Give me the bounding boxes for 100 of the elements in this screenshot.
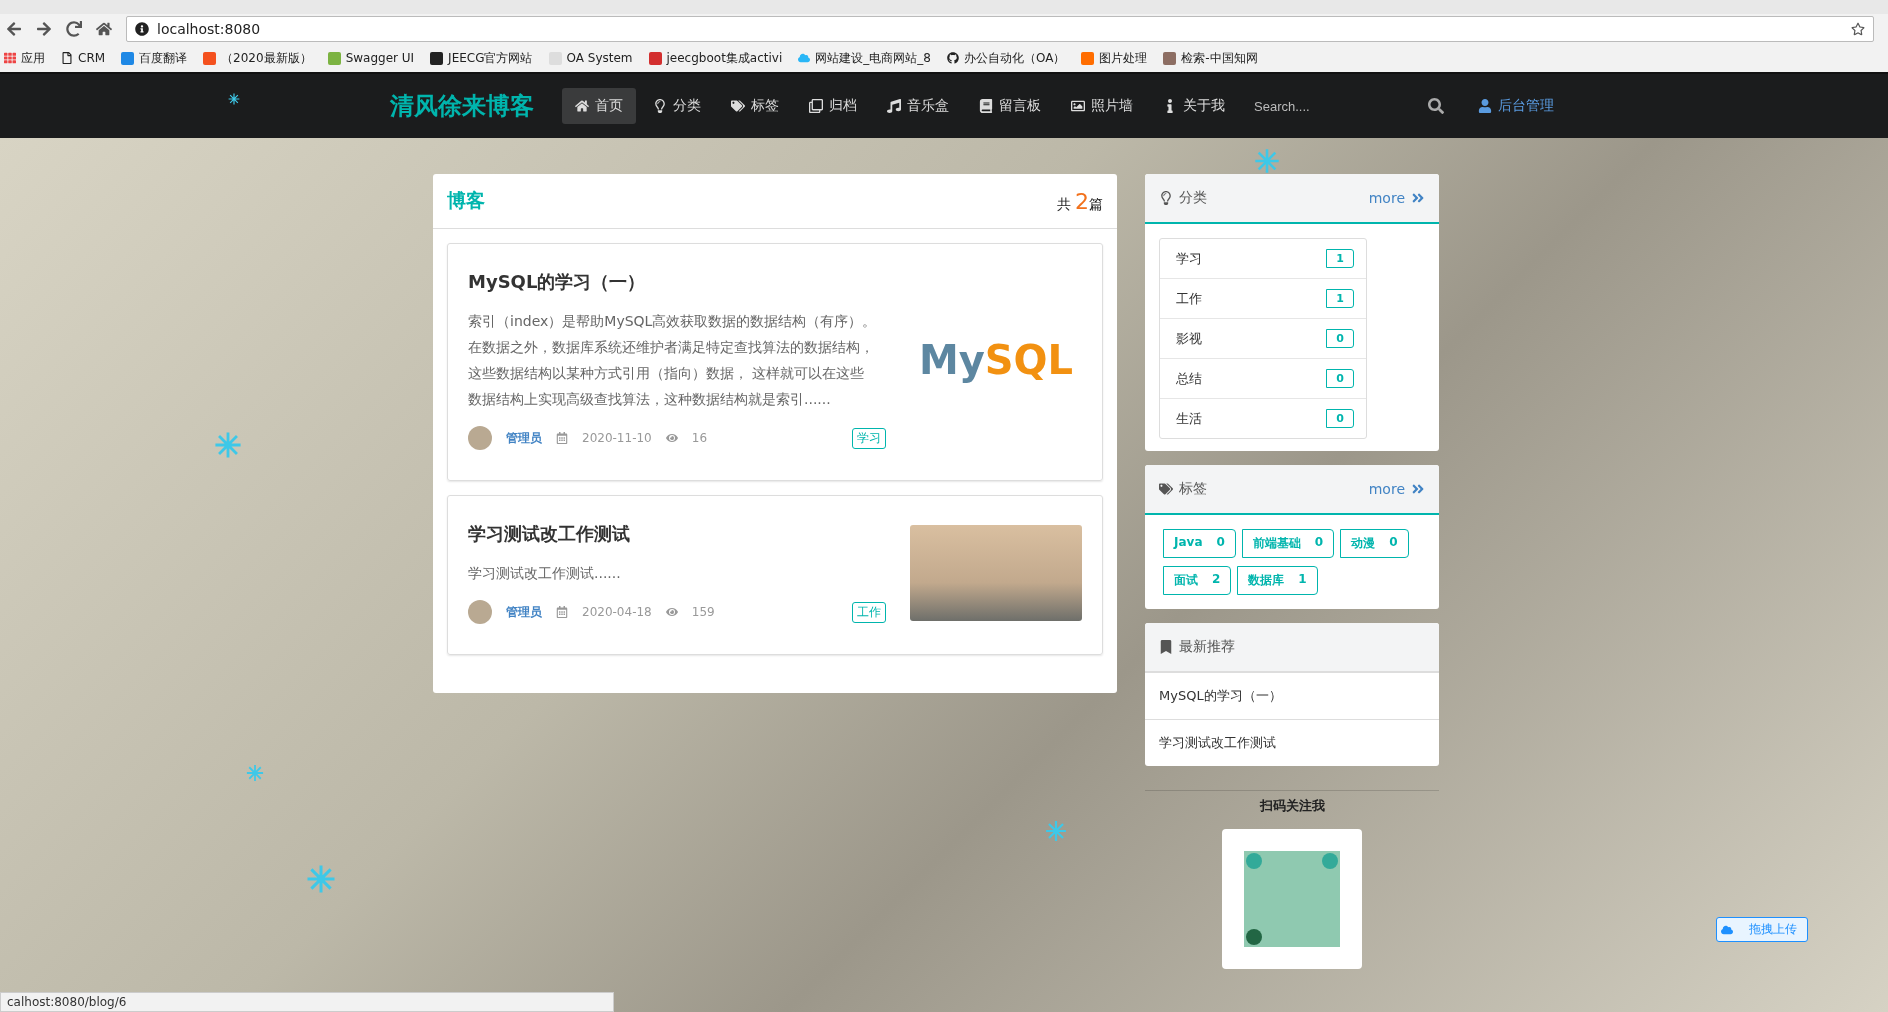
- post-excerpt: 索引（index）是帮助MySQL高效获取数据的数据结构（有序）。在数据之外，数据库系统还维护者满足特定查找算法的数据结构，这些数据结构以某种方式引用（指向）数据， 这样就可以在这些数据结构上实现高级查找算法，这种数据结构就是索引......: [468, 312, 878, 409]
- recommend-link[interactable]: MySQL的学习（一）: [1145, 672, 1439, 719]
- calendar-icon: [556, 606, 568, 618]
- site-icon: [121, 51, 135, 65]
- eye-icon: [665, 606, 678, 618]
- info-icon: [135, 22, 149, 36]
- bookmark[interactable]: OA System: [548, 51, 633, 65]
- view-count: 16: [691, 431, 708, 445]
- user-icon: [1478, 99, 1492, 113]
- count-label: 1: [1326, 289, 1354, 308]
- post-title[interactable]: MySQL的学习（一）: [468, 270, 886, 294]
- bookmark[interactable]: 检索-中国知网: [1163, 49, 1258, 67]
- calendar-icon: [556, 432, 568, 444]
- nav-link[interactable]: 音乐盒: [874, 88, 962, 124]
- avatar: [468, 426, 492, 450]
- site-icon: [1163, 51, 1177, 65]
- cloud-icon: [1721, 923, 1733, 936]
- bookmark[interactable]: CRM: [61, 51, 106, 65]
- panel-title: 标签: [1179, 480, 1207, 498]
- music-note-icon: [887, 99, 901, 113]
- image-icon: [1071, 99, 1085, 113]
- snowflake-icon: [246, 764, 264, 782]
- panel-title: 最新推荐: [1179, 638, 1235, 656]
- bookmark[interactable]: jeecgboot集成activi: [648, 49, 783, 67]
- count-label: 1: [1326, 249, 1354, 268]
- bookmark[interactable]: JEECG官方网站: [430, 49, 533, 67]
- category-item[interactable]: 总结 0: [1160, 358, 1366, 398]
- double-chevron-icon: [1411, 482, 1425, 496]
- qr-title: 扫码关注我: [1145, 790, 1439, 815]
- cloud-icon: [798, 52, 811, 64]
- lightbulb-icon: [653, 99, 667, 113]
- logo-image: MySQL: [917, 337, 1075, 383]
- more-link[interactable]: more: [1368, 481, 1425, 497]
- grid-icon: [4, 52, 16, 64]
- address-bar[interactable]: localhost:8080: [126, 16, 1874, 42]
- snowflake-icon: [306, 864, 336, 894]
- section-title: 博客: [447, 188, 485, 213]
- tags-icon: [731, 99, 745, 113]
- tags-icon: [1159, 482, 1173, 496]
- post-excerpt: 学习测试改工作测试......: [468, 564, 622, 583]
- bookmark[interactable]: 办公自动化（OA）: [946, 49, 1066, 67]
- post-date: 2020-04-18: [582, 605, 652, 619]
- lightbulb-icon: [1159, 191, 1173, 205]
- eye-icon: [665, 432, 678, 444]
- author-link[interactable]: 管理员: [506, 429, 542, 447]
- back-icon[interactable]: [6, 21, 22, 37]
- panel-title: 分类: [1179, 189, 1207, 207]
- bookmark[interactable]: Swagger UI: [327, 51, 415, 65]
- count-label: 0: [1326, 369, 1354, 388]
- search-field[interactable]: Search....: [1252, 97, 1416, 115]
- book-icon: [979, 99, 993, 113]
- nav-link[interactable]: 首页: [562, 88, 636, 124]
- post-count: 共 2篇: [1056, 188, 1103, 214]
- nav-link[interactable]: 分类: [640, 88, 714, 124]
- cat-icon: [946, 52, 959, 64]
- more-link[interactable]: more: [1368, 190, 1425, 206]
- count-label: 0: [1326, 329, 1354, 348]
- site-icon: [430, 51, 444, 65]
- snowflake-icon: [1254, 148, 1280, 174]
- admin-link[interactable]: 后台管理: [1478, 97, 1554, 115]
- nav-link[interactable]: 归档: [796, 88, 870, 124]
- view-count: 159: [691, 605, 715, 619]
- category-item[interactable]: 学习 1: [1160, 239, 1366, 278]
- home-icon[interactable]: [96, 21, 112, 37]
- nav-link[interactable]: 照片墙: [1058, 88, 1146, 124]
- nav-link[interactable]: 关于我: [1150, 88, 1238, 124]
- double-chevron-icon: [1411, 191, 1425, 205]
- copy-icon: [809, 99, 823, 113]
- star-icon[interactable]: [1851, 22, 1865, 36]
- bookmark[interactable]: 应用: [4, 49, 45, 67]
- post-date: 2020-11-10: [582, 431, 652, 445]
- category-item[interactable]: 影视 0: [1160, 318, 1366, 358]
- author-link[interactable]: 管理员: [506, 603, 542, 621]
- snowflake-icon: [1045, 820, 1067, 842]
- bookmark[interactable]: 图片处理: [1081, 49, 1148, 67]
- site-icon: [327, 51, 341, 65]
- bookmark-icon: [1159, 640, 1173, 654]
- search-icon[interactable]: [1428, 98, 1444, 114]
- site-icon: [1081, 51, 1095, 65]
- snowflake-icon: [228, 93, 240, 105]
- count-label: 0: [1326, 409, 1354, 428]
- post-title[interactable]: 学习测试改工作测试: [468, 522, 886, 546]
- bookmark[interactable]: 网站建设_电商网站_8: [798, 49, 931, 67]
- bookmark[interactable]: 百度翻译: [121, 49, 188, 67]
- category-item[interactable]: 生活 0: [1160, 398, 1366, 438]
- status-url: calhost:8080/blog/6: [0, 992, 614, 1012]
- category-item[interactable]: 工作 1: [1160, 278, 1366, 318]
- page-icon: [61, 52, 73, 64]
- bookmark[interactable]: （2020最新版）: [203, 49, 312, 67]
- site-brand[interactable]: 清风徐来博客: [390, 90, 534, 122]
- recommend-link[interactable]: 学习测试改工作测试: [1145, 719, 1439, 766]
- home-icon: [575, 99, 589, 113]
- site-icon: [648, 51, 662, 65]
- nav-link[interactable]: 留言板: [966, 88, 1054, 124]
- avatar: [468, 600, 492, 624]
- nav-link[interactable]: 标签: [718, 88, 792, 124]
- forward-icon[interactable]: [36, 21, 52, 37]
- site-icon: [203, 51, 217, 65]
- reload-icon[interactable]: [66, 21, 82, 37]
- snowflake-icon: [214, 431, 242, 459]
